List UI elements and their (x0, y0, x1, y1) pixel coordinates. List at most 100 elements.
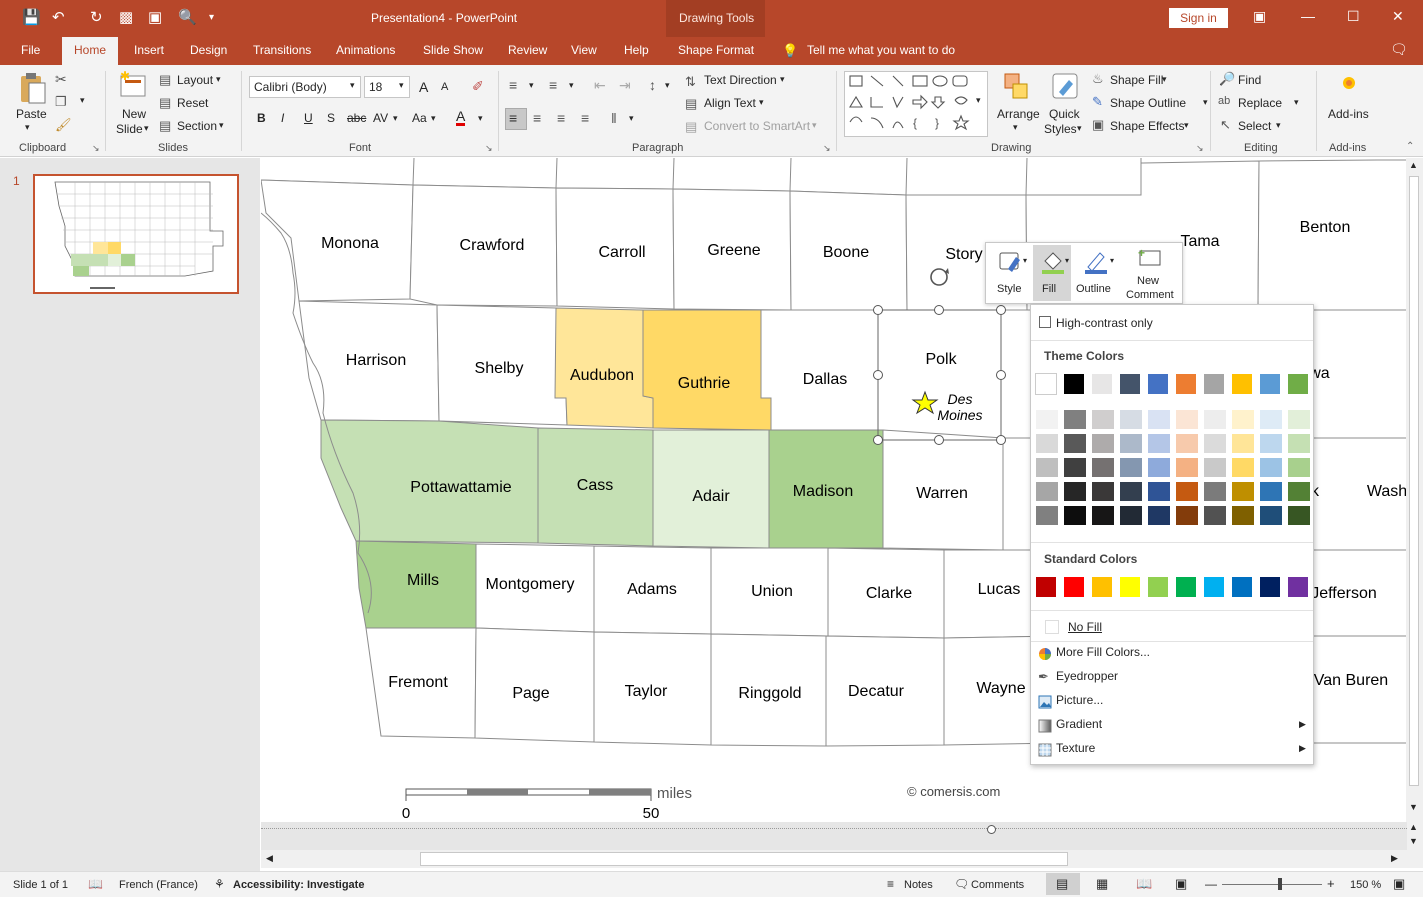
collapse-ribbon-icon[interactable]: ⌃ (1406, 141, 1414, 152)
text-direction-dropdown-icon[interactable]: ▾ (780, 74, 785, 85)
clipboard-launcher-icon[interactable]: ↘ (92, 143, 100, 154)
numbering-dropdown-icon[interactable]: ▾ (569, 80, 574, 91)
copy-icon[interactable]: ❐ (55, 94, 67, 110)
tab-design[interactable]: Design (190, 43, 227, 57)
addins-button[interactable]: Add-ins (1328, 107, 1369, 121)
align-text-button[interactable]: Align Text (704, 96, 756, 110)
notes-resize-handle[interactable] (987, 825, 996, 834)
redo-icon[interactable]: ↻ (90, 9, 103, 27)
theme-shade-swatch[interactable] (1204, 482, 1226, 501)
theme-shade-swatch[interactable] (1176, 482, 1198, 501)
theme-color-swatch[interactable] (1119, 373, 1141, 395)
reset-button[interactable]: Reset (177, 96, 208, 110)
zoom-in-icon[interactable]: + (1327, 876, 1335, 891)
theme-shade-swatch[interactable] (1288, 410, 1310, 429)
theme-shade-swatch[interactable] (1064, 410, 1086, 429)
fill-dropdown-icon[interactable]: ▾ (1065, 256, 1069, 265)
tab-insert[interactable]: Insert (134, 43, 164, 57)
horizontal-scroll-thumb[interactable] (420, 852, 1068, 866)
next-slide-icon[interactable]: ▼ (1409, 836, 1418, 846)
shape-effects-button[interactable]: Shape Effects (1110, 119, 1185, 133)
comments-button[interactable]: Comments (971, 879, 1024, 891)
new-slide-label[interactable]: Slide (116, 122, 143, 136)
theme-shade-swatch[interactable] (1288, 434, 1310, 453)
theme-color-swatch[interactable] (1231, 373, 1253, 395)
fill-button[interactable]: Fill (1033, 245, 1071, 301)
scroll-up-icon[interactable]: ▲ (1409, 160, 1418, 170)
align-text-dropdown-icon[interactable]: ▾ (759, 97, 764, 108)
standard-color-swatch[interactable] (1063, 576, 1085, 598)
theme-shade-swatch[interactable] (1204, 434, 1226, 453)
shape-outline-dropdown-icon[interactable]: ▾ (1203, 97, 1208, 108)
theme-shade-swatch[interactable] (1064, 482, 1086, 501)
smartart-icon[interactable]: ▤ (685, 119, 697, 135)
new-comment-button[interactable]: + New Comment (1122, 245, 1178, 303)
paragraph-launcher-icon[interactable]: ↘ (823, 143, 831, 154)
gradient-item[interactable]: Gradient (1056, 717, 1102, 731)
smartart-dropdown-icon[interactable]: ▾ (812, 120, 817, 131)
convert-smartart-button[interactable]: Convert to SmartArt (704, 119, 810, 133)
font-name-combo[interactable]: Calibri (Body) (249, 76, 361, 98)
theme-shade-swatch[interactable] (1176, 410, 1198, 429)
text-direction-icon[interactable]: ⇅ (685, 74, 696, 90)
scroll-right-icon[interactable]: ▶ (1391, 853, 1398, 864)
character-spacing-button[interactable]: AV (373, 111, 388, 125)
theme-shade-swatch[interactable] (1092, 410, 1114, 429)
shapes-gallery[interactable]: {} (844, 71, 988, 137)
paste-button[interactable]: Paste (16, 107, 47, 121)
select-dropdown-icon[interactable]: ▾ (1276, 120, 1281, 131)
new-slide-dropdown-icon[interactable]: ▾ (144, 123, 149, 134)
close-icon[interactable]: ✕ (1392, 8, 1404, 25)
standard-color-swatch[interactable] (1231, 576, 1253, 598)
case-dropdown-icon[interactable]: ▾ (431, 113, 436, 124)
theme-shade-swatch[interactable] (1204, 506, 1226, 525)
style-dropdown-icon[interactable]: ▾ (1023, 256, 1027, 265)
theme-shade-swatch[interactable] (1092, 458, 1114, 477)
high-contrast-checkbox[interactable] (1039, 316, 1051, 328)
theme-shade-swatch[interactable] (1120, 482, 1142, 501)
vertical-scrollbar[interactable]: ▲ ▼ (1406, 158, 1423, 822)
bullets-icon[interactable]: ≡ (509, 77, 517, 93)
tab-review[interactable]: Review (508, 43, 547, 57)
theme-shade-swatch[interactable] (1176, 434, 1198, 453)
theme-color-swatch[interactable] (1063, 373, 1085, 395)
language[interactable]: French (France) (119, 879, 198, 891)
find-button[interactable]: Find (1238, 73, 1261, 87)
columns-dropdown-icon[interactable]: ▾ (629, 113, 634, 124)
tab-slide-show[interactable]: Slide Show (423, 43, 483, 57)
shape-outline-button[interactable]: Shape Outline (1110, 96, 1186, 110)
section-icon[interactable]: ▤ (159, 118, 171, 134)
theme-color-swatch[interactable] (1091, 373, 1113, 395)
save-as-icon[interactable]: ▣ (148, 9, 162, 27)
theme-shade-swatch[interactable] (1148, 458, 1170, 477)
replace-button[interactable]: Replace (1238, 96, 1282, 110)
maximize-icon[interactable]: ☐ (1347, 8, 1360, 25)
vertical-scroll-thumb[interactable] (1409, 176, 1419, 786)
columns-icon[interactable]: ‖ (611, 110, 617, 126)
theme-shade-swatch[interactable] (1288, 458, 1310, 477)
quick-styles-dropdown-icon[interactable]: ▾ (1077, 123, 1082, 134)
fit-slide-icon[interactable]: ▣ (1393, 876, 1405, 892)
theme-shade-swatch[interactable] (1232, 434, 1254, 453)
shape-outline-icon[interactable]: ✎ (1092, 94, 1103, 110)
standard-color-swatch[interactable] (1035, 576, 1057, 598)
addins-icon[interactable] (1341, 75, 1357, 91)
zoom-slider-thumb[interactable] (1278, 878, 1282, 890)
zoom-level[interactable]: 150 % (1350, 879, 1381, 891)
horizontal-scrollbar[interactable]: ◀ ▶ (261, 850, 1407, 868)
spell-check-icon[interactable]: 📖 (88, 877, 103, 891)
theme-shade-swatch[interactable] (1288, 482, 1310, 501)
texture-submenu-icon[interactable]: ▶ (1299, 743, 1306, 754)
center-icon[interactable]: ≡ (533, 110, 541, 126)
find-icon[interactable]: 🔎 (1219, 71, 1235, 87)
tab-home[interactable]: Home (62, 37, 119, 65)
paste-dropdown-icon[interactable]: ▾ (25, 122, 30, 133)
tab-view[interactable]: View (571, 43, 597, 57)
paste-icon[interactable] (17, 72, 47, 106)
quick-styles-icon[interactable] (1051, 72, 1081, 102)
shape-fill-icon[interactable]: ♨ (1092, 71, 1104, 87)
font-color-dropdown-icon[interactable]: ▾ (478, 113, 483, 124)
shape-effects-dropdown-icon[interactable]: ▾ (1184, 120, 1189, 131)
theme-shade-swatch[interactable] (1288, 506, 1310, 525)
theme-shade-swatch[interactable] (1232, 410, 1254, 429)
